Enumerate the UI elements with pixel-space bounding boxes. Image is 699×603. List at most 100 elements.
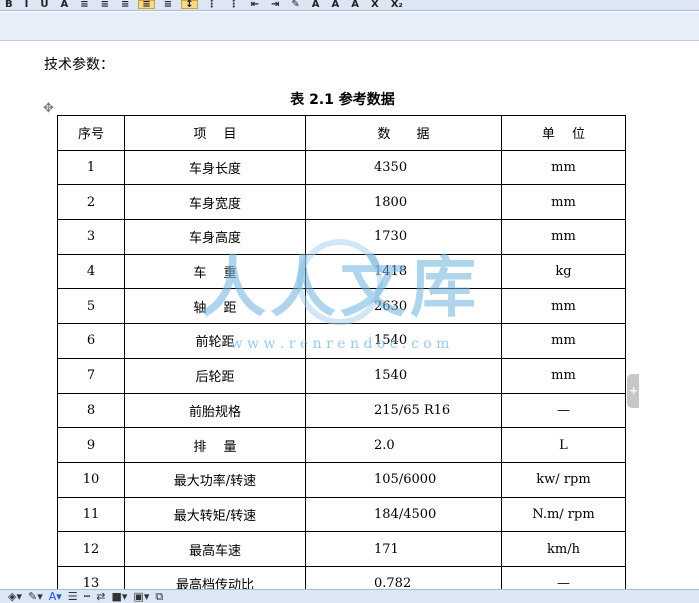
cell-unit: mm	[501, 357, 626, 394]
cell-item: 最大功率/转速	[124, 461, 306, 498]
caption-title: 参考数据	[333, 92, 395, 108]
drawing-toolbar: ◈▾ ✎▾ A▾ ☰ ┅ ⇄ ■▾ ▣▾ ⧉	[0, 589, 699, 603]
italic-button[interactable]: I	[22, 0, 32, 10]
align-left-button[interactable]: ≡	[77, 0, 91, 10]
cell-unit: N.m/ rpm	[501, 496, 626, 533]
table-row: 9排 量 2.0 L	[57, 427, 626, 463]
cell-item: 排 量	[124, 427, 306, 463]
header-item: 项 目	[124, 115, 306, 151]
cell-item: 最高车速	[124, 531, 306, 567]
bold-button[interactable]: B	[2, 0, 16, 10]
cell-value: 1730	[305, 219, 502, 255]
align-center-button[interactable]: ≡	[98, 0, 112, 10]
increase-indent-button[interactable]: ⇥	[268, 0, 282, 10]
cell-index: 7	[57, 357, 125, 394]
cell-item: 前胎规格	[124, 392, 306, 429]
cell-unit: mm	[501, 184, 626, 221]
underline-button[interactable]: U	[37, 0, 51, 10]
table-row: 8 前胎规格 215/65 R16—	[57, 392, 626, 429]
arrow-style-icon[interactable]: ⇄	[96, 590, 105, 603]
shadow-icon[interactable]: ■▾	[112, 590, 128, 603]
cell-value: 4350	[305, 149, 502, 186]
grow-font-button[interactable]: A	[329, 0, 343, 10]
justify-button[interactable]: ≡	[138, 0, 155, 10]
cell-value: 105/6000	[305, 461, 502, 498]
header-value: 数 据	[305, 115, 502, 151]
caption-prefix: 表	[290, 92, 310, 108]
distributed-button[interactable]: ≡	[161, 0, 175, 10]
cell-unit: mm	[501, 288, 626, 325]
cell-index: 11	[57, 496, 125, 533]
cell-index: 3	[57, 219, 125, 255]
table-row: 6 前轮距 1540 mm	[57, 323, 626, 359]
cell-unit: mm	[501, 219, 626, 255]
cell-value: 1540	[305, 323, 502, 359]
table-row: 7 后轮距 1540 mm	[57, 357, 626, 394]
cell-value: 1418	[305, 253, 502, 290]
cell-value: 184/4500	[305, 496, 502, 533]
cell-index: 12	[57, 531, 125, 567]
select-objects-icon[interactable]: ⧉	[155, 590, 163, 603]
numbering-button[interactable]: ⋮	[204, 0, 220, 10]
cell-index: 6	[57, 323, 125, 359]
ruler	[0, 12, 699, 41]
header-index: 序号	[57, 115, 125, 151]
line-style-icon[interactable]: ☰	[68, 590, 78, 603]
cell-item: 车身长度	[124, 149, 306, 186]
cell-value: 2.0	[305, 427, 502, 463]
cell-index: 1	[57, 149, 125, 186]
highlight-button[interactable]: ✎	[288, 0, 302, 10]
superscript-button[interactable]: X	[368, 0, 382, 10]
cell-item: 车身高度	[124, 219, 306, 255]
intro-text: 技术参数：	[44, 57, 114, 73]
cell-index: 4	[57, 253, 125, 290]
table-row: 4车 重 1418 kg	[57, 253, 626, 290]
line-color-icon[interactable]: ✎▾	[28, 590, 43, 603]
cell-value: 171	[305, 531, 502, 567]
cell-index: 5	[57, 288, 125, 325]
font-color2-button[interactable]: A	[309, 0, 323, 10]
align-right-button[interactable]: ≡	[118, 0, 132, 10]
dash-style-icon[interactable]: ┅	[84, 590, 91, 603]
cell-unit: km/h	[501, 531, 626, 567]
cell-index: 9	[57, 427, 125, 463]
bullets-button[interactable]: ⋮	[226, 0, 242, 10]
cell-value: 1800	[305, 184, 502, 221]
cell-unit: mm	[501, 323, 626, 359]
3d-icon[interactable]: ▣▾	[133, 590, 149, 603]
cell-index: 8	[57, 392, 125, 429]
cell-item: 轴 距	[124, 288, 306, 325]
table-row: 11 最大转矩/转速 184/4500 N.m/ rpm	[57, 496, 626, 533]
header-unit: 单 位	[501, 115, 626, 151]
font-color-icon[interactable]: A▾	[49, 590, 62, 603]
table-row: 2 车身宽度 1800 mm	[57, 184, 626, 221]
cell-unit: kg	[501, 253, 626, 290]
decrease-indent-button[interactable]: ⇤	[248, 0, 262, 10]
font-color-button[interactable]: A	[57, 0, 71, 10]
cell-item: 前轮距	[124, 323, 306, 359]
cell-item: 车身宽度	[124, 184, 306, 221]
cell-item: 车 重	[124, 253, 306, 290]
cell-unit: L	[501, 427, 626, 463]
cell-item: 后轮距	[124, 357, 306, 394]
fill-color-icon[interactable]: ◈▾	[8, 590, 22, 603]
formatting-toolbar: B I U A ≡ ≡ ≡ ≡ ≡ ↕ ⋮ ⋮ ⇤ ⇥ ✎ A A A X X₂	[0, 0, 699, 11]
cell-unit: kw/ rpm	[501, 461, 626, 498]
cell-item: 最大转矩/转速	[124, 496, 306, 533]
caption-number: 2.1	[309, 92, 334, 108]
table-row: 5轴 距 2630 mm	[57, 288, 626, 325]
table-row: 12 最高车速 171 km/h	[57, 531, 626, 567]
cell-value: 1540	[305, 357, 502, 394]
table-header-row: 序号 项 目 数 据 单 位	[57, 115, 626, 151]
side-expand-tab[interactable]: +	[627, 374, 639, 408]
table-caption: 表 2.1 参考数据	[0, 89, 699, 109]
line-spacing-button[interactable]: ↕	[181, 0, 198, 10]
cell-value: 2630	[305, 288, 502, 325]
parameters-table: 序号 项 目 数 据 单 位 1 车身长度 4350 mm 2 车身宽度 1800 mm 3 车身…	[57, 115, 626, 602]
subscript-button[interactable]: X₂	[388, 0, 406, 10]
cell-index: 2	[57, 184, 125, 221]
table-row: 1 车身长度 4350 mm	[57, 149, 626, 186]
cell-value: 215/65 R16	[305, 392, 502, 429]
shrink-font-button[interactable]: A	[348, 0, 362, 10]
expand-icon: +	[629, 384, 639, 397]
